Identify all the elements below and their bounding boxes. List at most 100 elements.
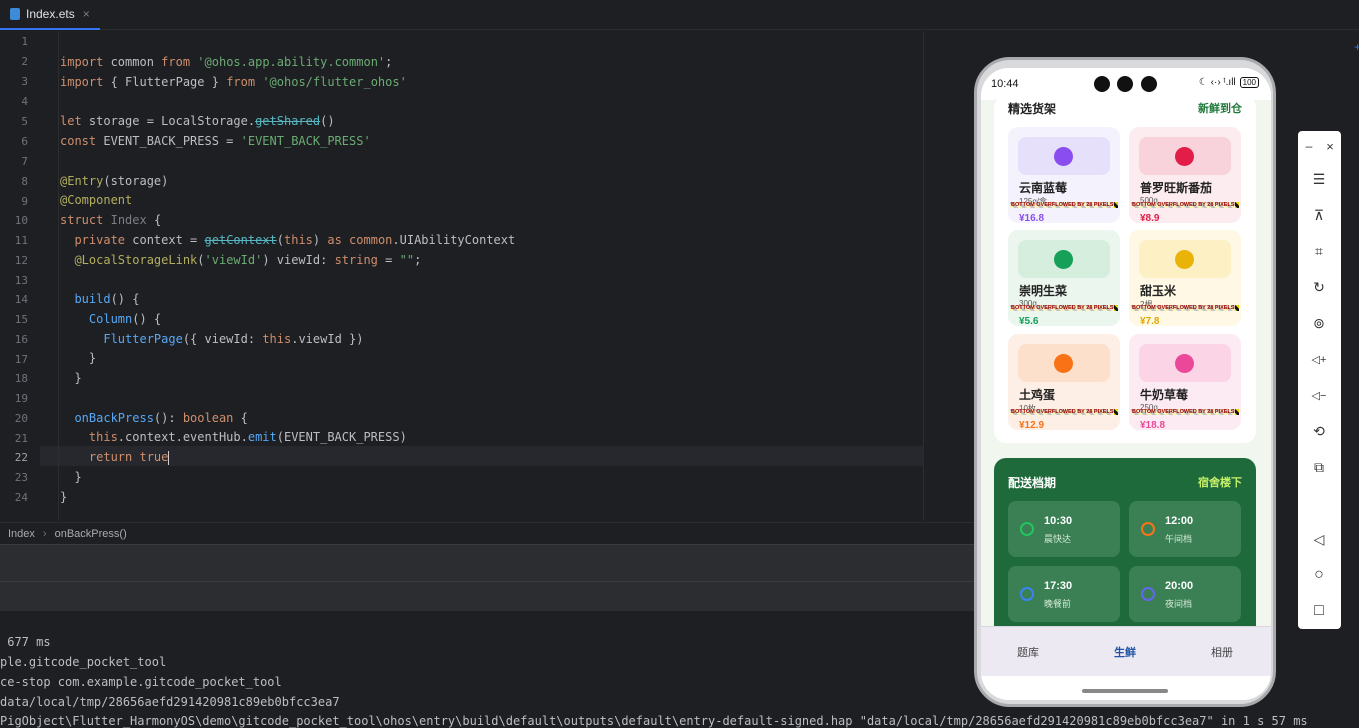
close-icon[interactable]: ×	[83, 7, 90, 21]
camera-dot-icon	[1117, 76, 1133, 92]
line-number: 2	[21, 55, 28, 68]
product-price: ¥8.9	[1140, 213, 1160, 223]
tool-window-header	[0, 544, 975, 581]
product-card[interactable]: 土鸡蛋 10枚 BOTTOM OVERFLOWED BY 28 PIXELS ¥…	[1008, 334, 1120, 430]
code-line-18: }	[60, 371, 82, 385]
tab-index-ets[interactable]: Index.ets ×	[0, 0, 100, 30]
line-number: 8	[21, 175, 28, 188]
screenshot-icon[interactable]: ⊚	[1309, 313, 1329, 333]
overflow-warning: BOTTOM OVERFLOWED BY 28 PIXELS	[1131, 305, 1239, 311]
breadcrumb-item-onbackpress[interactable]: onBackPress()	[55, 528, 127, 540]
line-number-gutter: 1 2 3 4 5 6 7 8 9 10 11 12 13 14 15 16 1…	[0, 31, 40, 521]
code-line-6: const EVENT_BACK_PRESS = 'EVENT_BACK_PRE…	[60, 134, 371, 148]
code-line-3: import { FlutterPage } from '@ohos/flutt…	[60, 75, 407, 89]
product-card[interactable]: 普罗旺斯番茄 500g BOTTOM OVERFLOWED BY 28 PIXE…	[1129, 127, 1241, 223]
code-line-20: onBackPress(): boolean {	[60, 411, 248, 425]
overflow-warning: BOTTOM OVERFLOWED BY 28 PIXELS	[1010, 305, 1118, 311]
multi-device-icon[interactable]: ⧉	[1309, 457, 1329, 477]
line-number: 18	[14, 372, 28, 385]
code-line-9: @Component	[60, 193, 133, 207]
volume-up-icon[interactable]: ◁+	[1309, 349, 1329, 369]
breadcrumb: Index › onBackPress()	[0, 522, 975, 544]
code-line-22: return true	[60, 450, 170, 465]
line-number: 11	[14, 234, 28, 247]
product-card[interactable]: 牛奶草莓 250g BOTTOM OVERFLOWED BY 28 PIXELS…	[1129, 334, 1241, 430]
code-line-11: private context = getContext(this) as co…	[60, 233, 516, 247]
line-number: 23	[14, 471, 28, 484]
edge-plus-icon[interactable]: +	[1354, 40, 1359, 54]
code-line-5: let storage = LocalStorage.getShared()	[60, 114, 335, 128]
code-line-14: build() {	[60, 292, 140, 306]
volume-down-icon[interactable]: ◁−	[1309, 385, 1329, 405]
back-icon[interactable]: ◁	[1309, 529, 1329, 549]
product-name: 甜玉米	[1140, 284, 1177, 298]
home-icon[interactable]: ○	[1309, 565, 1329, 585]
tool-window-toolbar	[0, 581, 975, 611]
line-number: 7	[21, 155, 28, 168]
delivery-slot[interactable]: 10:30 晨快达	[1008, 501, 1120, 557]
line-number: 21	[14, 432, 28, 445]
code-line-16: FlutterPage({ viewId: this.viewId })	[60, 332, 364, 346]
line-number: 1	[21, 35, 28, 48]
rotate-device-icon[interactable]: ⟲	[1309, 421, 1329, 441]
product-card[interactable]: 崇明生菜 300g BOTTOM OVERFLOWED BY 28 PIXELS…	[1008, 230, 1120, 326]
battery-icon: 100	[1239, 77, 1259, 88]
code-line-2: import common from '@ohos.app.ability.co…	[60, 55, 393, 69]
delivery-slot[interactable]: 12:00 午间档	[1129, 501, 1241, 557]
ets-file-icon	[10, 8, 20, 20]
product-name: 云南蓝莓	[1019, 181, 1068, 195]
shelf-link[interactable]: 新鲜到仓	[1198, 100, 1242, 116]
product-dot-icon	[1054, 250, 1073, 269]
status-time: 10:44	[991, 78, 1019, 90]
slot-label: 晚餐前	[1044, 599, 1072, 609]
tab-question-bank[interactable]: 题库	[1017, 644, 1039, 660]
product-name: 普罗旺斯番茄	[1140, 181, 1213, 195]
product-dot-icon	[1175, 354, 1194, 373]
code-line-15: Column() {	[60, 312, 162, 326]
code-line-8: @Entry(storage)	[60, 174, 169, 188]
line-number: 16	[14, 333, 28, 346]
tab-label: Index.ets	[26, 7, 75, 21]
line-number-current: 22	[14, 451, 28, 464]
code-line-23: }	[60, 470, 82, 484]
overflow-warning: BOTTOM OVERFLOWED BY 28 PIXELS	[1131, 409, 1239, 415]
breadcrumb-separator: ›	[42, 527, 47, 540]
product-dot-icon	[1175, 250, 1194, 269]
home-indicator[interactable]	[1082, 689, 1168, 693]
phone-screen[interactable]: 精选货架 新鲜到仓 云南蓝莓 125g/盒 BOTTOM OVERFLOWED …	[981, 68, 1271, 700]
clock-icon	[1020, 522, 1034, 536]
delivery-title: 配送档期	[1008, 476, 1057, 490]
line-number: 15	[14, 313, 28, 326]
tab-album[interactable]: 相册	[1211, 644, 1233, 660]
line-number: 4	[21, 95, 28, 108]
console-line: PigObject\Flutter_HarmonyOS\demo\gitcode…	[0, 714, 1308, 728]
camera-dot-icon	[1094, 76, 1110, 92]
product-card[interactable]: 甜玉米 2根 BOTTOM OVERFLOWED BY 28 PIXELS ¥7…	[1129, 230, 1241, 326]
product-name: 牛奶草莓	[1140, 388, 1189, 402]
pin-top-icon[interactable]: ⊼	[1309, 205, 1329, 225]
delivery-slot[interactable]: 17:30 晚餐前	[1008, 566, 1120, 622]
line-number: 24	[14, 491, 28, 504]
current-line-highlight	[40, 446, 923, 466]
code-line-12: @LocalStorageLink('viewId') viewId: stri…	[60, 253, 422, 267]
code-editor[interactable]: 1 2 3 4 5 6 7 8 9 10 11 12 13 14 15 16 1…	[0, 31, 975, 521]
line-number: 6	[21, 135, 28, 148]
breadcrumb-item-index[interactable]: Index	[8, 528, 35, 540]
rotate-icon[interactable]: ↻	[1309, 277, 1329, 297]
slot-time: 10:30	[1044, 515, 1073, 527]
recent-apps-icon[interactable]: □	[1309, 601, 1329, 621]
clock-icon	[1141, 522, 1155, 536]
minimize-icon[interactable]: –	[1299, 136, 1319, 156]
overflow-warning: BOTTOM OVERFLOWED BY 28 PIXELS	[1010, 202, 1118, 208]
close-icon[interactable]: ×	[1320, 136, 1340, 156]
delivery-location-link[interactable]: 宿舍楼下	[1198, 474, 1242, 490]
delivery-slot[interactable]: 20:00 夜间档	[1129, 566, 1241, 622]
menu-icon[interactable]: ☰	[1309, 169, 1329, 189]
product-price: ¥12.9	[1019, 420, 1045, 430]
product-card[interactable]: 云南蓝莓 125g/盒 BOTTOM OVERFLOWED BY 28 PIXE…	[1008, 127, 1120, 223]
crop-icon[interactable]: ⌗	[1309, 241, 1329, 261]
clock-icon	[1020, 587, 1034, 601]
slot-label: 午间档	[1165, 534, 1193, 544]
tab-fresh[interactable]: 生鲜	[1114, 644, 1136, 660]
product-price: ¥7.8	[1140, 316, 1160, 326]
